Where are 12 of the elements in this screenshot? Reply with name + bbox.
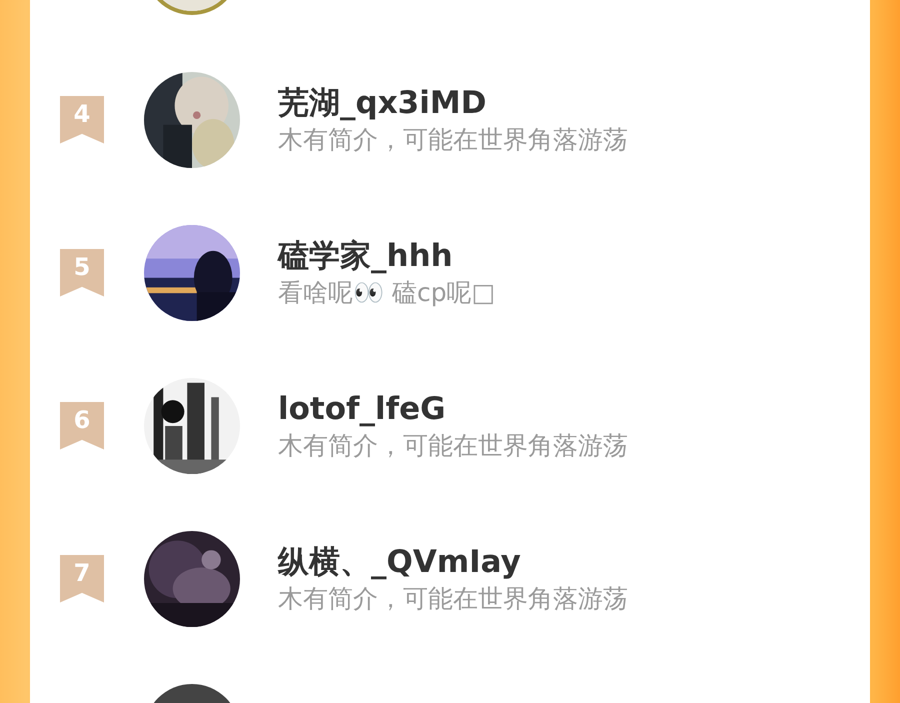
rank-badge: 6 bbox=[60, 402, 104, 450]
user-name: 磕学家_hhh bbox=[278, 236, 454, 276]
user-bio: 木有简介，可能在世界角落游荡 bbox=[278, 124, 628, 156]
rank-badge: 7 bbox=[60, 554, 104, 602]
rank-badge: 5 bbox=[60, 248, 104, 296]
user-bio: 木有简介，可能在世界角落游荡 bbox=[278, 582, 628, 614]
user-bio: 木有简介，可能在世界角落游荡 bbox=[278, 430, 628, 462]
user-name: 芜湖_qx3iMD bbox=[278, 84, 488, 122]
user-bio: 看啥呢👀 磕cp呢□ bbox=[278, 276, 496, 308]
user-name: 纵横、_QVmIay bbox=[278, 542, 522, 582]
user-name: lotof_lfeG bbox=[278, 390, 447, 428]
rank-badge: 4 bbox=[60, 96, 104, 144]
